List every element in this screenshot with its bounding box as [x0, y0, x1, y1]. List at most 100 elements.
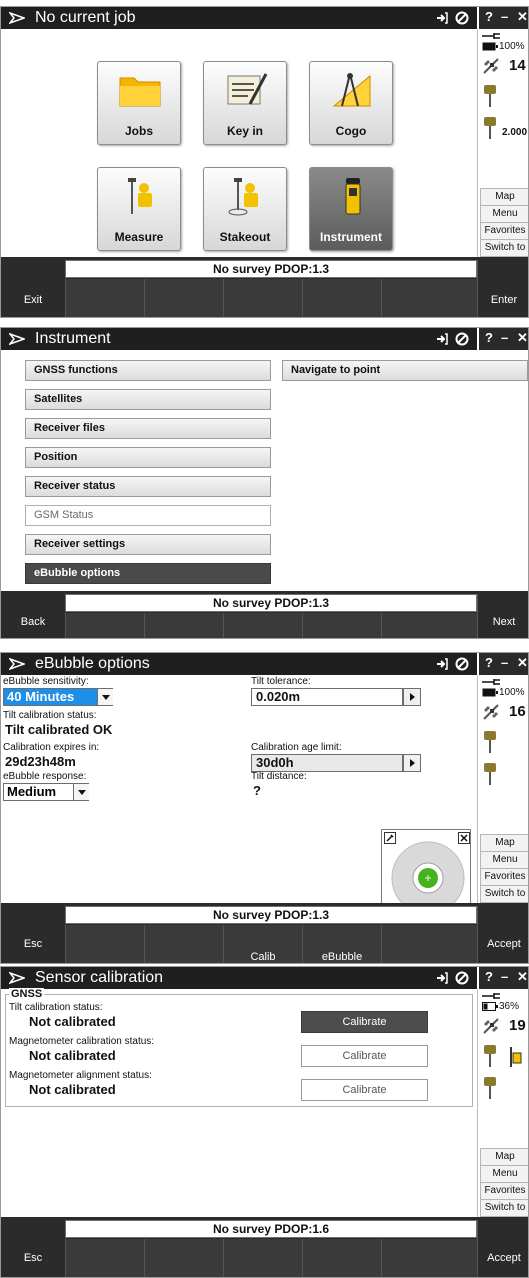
menu-position[interactable]: Position: [25, 447, 271, 468]
softkey-3[interactable]: [223, 1239, 302, 1277]
help-button[interactable]: ?: [485, 9, 493, 24]
next-button[interactable]: Next: [477, 594, 528, 638]
bottom-bar: No survey PDOP:1.3 Back Next: [1, 591, 528, 638]
switch-to-button[interactable]: Switch to: [480, 1199, 528, 1217]
chevron-down-icon: [97, 689, 113, 705]
softkey-1[interactable]: [65, 279, 144, 317]
softkey-3[interactable]: [223, 613, 302, 638]
minimize-button[interactable]: –: [501, 969, 508, 984]
tile-instrument[interactable]: Instrument: [309, 167, 393, 251]
screen-ebubble-options: eBubble options ? – ✕ eBubble sensitivit…: [0, 652, 529, 964]
softkey-2[interactable]: [144, 613, 223, 638]
minimize-button[interactable]: –: [501, 330, 508, 345]
trimble-logo-icon[interactable]: [9, 10, 25, 26]
screen-sensor-calibration: Sensor calibration ? – ✕ GNSS Tilt calib…: [0, 966, 529, 1278]
close-button[interactable]: ✕: [517, 330, 528, 346]
softkey-5[interactable]: [381, 279, 477, 317]
softkey-1[interactable]: [65, 1239, 144, 1277]
softkey-4[interactable]: [302, 279, 381, 317]
esc-button[interactable]: Esc: [1, 1220, 65, 1277]
close-button[interactable]: ✕: [517, 655, 528, 671]
chevron-right-icon: [410, 693, 415, 701]
accept-button[interactable]: Accept: [477, 1220, 528, 1277]
back-button[interactable]: Back: [1, 594, 65, 638]
tile-stakeout[interactable]: Stakeout: [203, 167, 287, 251]
trimble-logo-icon[interactable]: [9, 970, 25, 986]
menu-receiver-files[interactable]: Receiver files: [25, 418, 271, 439]
no-connection-icon[interactable]: [455, 11, 469, 25]
favorites-button[interactable]: Favorites: [480, 868, 528, 886]
tolerance-input[interactable]: 0.020m: [251, 688, 403, 706]
enter-button[interactable]: Enter: [477, 260, 528, 317]
expires-value: 29d23h48m: [5, 754, 76, 769]
softkey-2[interactable]: [144, 279, 223, 317]
switch-to-button[interactable]: Switch to: [480, 239, 528, 257]
menu-receiver-status[interactable]: Receiver status: [25, 476, 271, 497]
exit-button[interactable]: Exit: [1, 260, 65, 317]
minimize-button[interactable]: –: [501, 9, 508, 24]
no-connection-icon[interactable]: [455, 332, 469, 346]
softkey-2[interactable]: [144, 1239, 223, 1277]
accept-button[interactable]: Accept: [477, 906, 528, 963]
softkey-5[interactable]: [381, 1239, 477, 1277]
help-button[interactable]: ?: [485, 655, 493, 670]
tilt-distance-label: Tilt distance:: [251, 771, 307, 782]
login-icon[interactable]: [435, 971, 449, 985]
keypad-icon: [227, 73, 268, 105]
no-connection-icon[interactable]: [455, 657, 469, 671]
favorites-button[interactable]: Favorites: [480, 222, 528, 240]
favorites-button[interactable]: Favorites: [480, 1182, 528, 1200]
response-dropdown[interactable]: Medium: [3, 783, 89, 801]
age-limit-arrow-button[interactable]: [403, 754, 421, 772]
age-limit-input[interactable]: 30d0h: [251, 754, 403, 772]
close-button[interactable]: ✕: [517, 9, 528, 25]
softkey-1[interactable]: [65, 613, 144, 638]
response-value: Medium: [7, 784, 57, 799]
tile-measure[interactable]: Measure: [97, 167, 181, 251]
esc-button[interactable]: Esc: [1, 906, 65, 963]
tile-cogo[interactable]: Cogo: [309, 61, 393, 145]
no-connection-icon[interactable]: [455, 971, 469, 985]
sensitivity-dropdown[interactable]: 40 Minutes: [3, 688, 113, 706]
softkey-2[interactable]: [144, 925, 223, 963]
folder-icon: [119, 77, 161, 107]
login-icon[interactable]: [435, 332, 449, 346]
softkey-1[interactable]: [65, 925, 144, 963]
title-bar: Sensor calibration ? – ✕: [1, 967, 528, 989]
ebubble-button[interactable]: eBubble: [302, 925, 381, 963]
trimble-logo-icon[interactable]: [9, 656, 25, 672]
menu-gnss-functions[interactable]: GNSS functions: [25, 360, 271, 381]
help-button[interactable]: ?: [485, 969, 493, 984]
softkey-4[interactable]: [302, 613, 381, 638]
menu-ebubble-options[interactable]: eBubble options: [25, 563, 271, 584]
tile-key-in[interactable]: Key in: [203, 61, 287, 145]
tolerance-arrow-button[interactable]: [403, 688, 421, 706]
softkey-4[interactable]: [302, 1239, 381, 1277]
calib-button[interactable]: Calib: [223, 925, 302, 963]
power-plug-icon: [482, 993, 500, 999]
trimble-logo-icon[interactable]: [9, 331, 25, 347]
stakeout-icon: [228, 178, 258, 216]
map-button[interactable]: Map: [480, 188, 528, 206]
menu-receiver-settings[interactable]: Receiver settings: [25, 534, 271, 555]
help-button[interactable]: ?: [485, 330, 493, 345]
tile-jobs[interactable]: Jobs: [97, 61, 181, 145]
menu-button[interactable]: Menu: [480, 1165, 528, 1183]
menu-button[interactable]: Menu: [480, 205, 528, 223]
bottom-bar: No survey PDOP:1.3 Exit Enter: [1, 257, 528, 317]
login-icon[interactable]: [435, 11, 449, 25]
battery-icon: [482, 688, 498, 697]
softkey-3[interactable]: [223, 279, 302, 317]
menu-navigate-to-point[interactable]: Navigate to point: [282, 360, 528, 381]
switch-to-button[interactable]: Switch to: [480, 885, 528, 903]
softkey-5[interactable]: [381, 613, 477, 638]
menu-button[interactable]: Menu: [480, 851, 528, 869]
close-button[interactable]: ✕: [517, 969, 528, 985]
login-icon[interactable]: [435, 657, 449, 671]
tilt-calibrate-button[interactable]: Calibrate: [301, 1011, 428, 1033]
softkey-5[interactable]: [381, 925, 477, 963]
menu-satellites[interactable]: Satellites: [25, 389, 271, 410]
map-button[interactable]: Map: [480, 1148, 528, 1166]
minimize-button[interactable]: –: [501, 655, 508, 670]
map-button[interactable]: Map: [480, 834, 528, 852]
